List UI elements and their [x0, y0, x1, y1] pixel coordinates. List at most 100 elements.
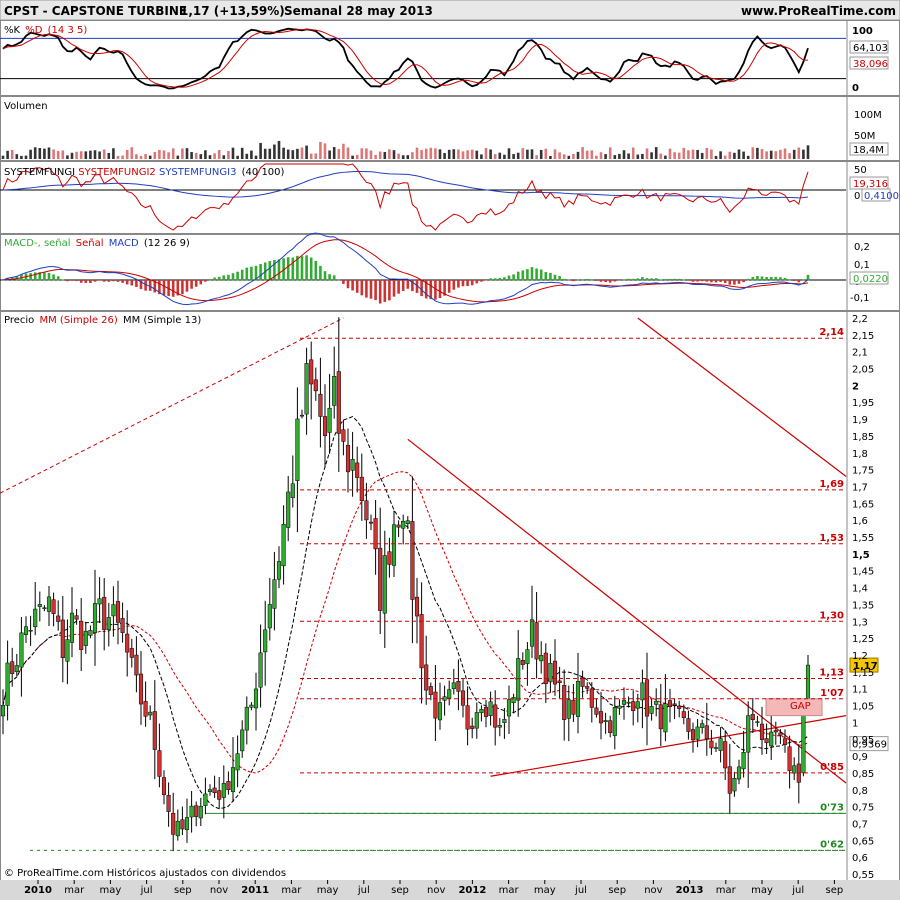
candle-body [672, 703, 677, 706]
volume-bar [544, 148, 548, 159]
macd-hist-bar [788, 279, 791, 281]
volume-bar [480, 154, 483, 159]
candle-body [382, 555, 387, 614]
volume-bar [567, 155, 571, 159]
volume-bar [383, 151, 387, 159]
macd-hist-bar [457, 280, 460, 288]
volume-bar [613, 155, 617, 159]
macd-hist-bar [645, 278, 649, 281]
macd-hist-bar [208, 279, 212, 281]
candle-body [644, 679, 650, 717]
volume-bar [43, 148, 46, 159]
candle-body [746, 715, 751, 753]
macd-hist-bar [305, 255, 308, 281]
volume-bar [217, 150, 221, 159]
candle-body [401, 520, 406, 529]
price-y-tick: 1,3 [852, 617, 868, 628]
candle-body [267, 604, 272, 629]
macd-hist-bar [75, 280, 78, 281]
candle-body [805, 664, 811, 700]
macd-hist-bar [309, 257, 313, 281]
price-y-tick: 2 [852, 381, 859, 392]
sysf-blue-value: 0,4100 [864, 191, 899, 202]
volume-bar [498, 152, 502, 159]
volume-bar [562, 154, 566, 159]
volume-bar [595, 155, 598, 159]
candle-body [102, 597, 107, 630]
candle-body [111, 604, 116, 617]
macd-hist-bar [314, 260, 318, 281]
volume-bar [631, 147, 635, 159]
stoch-title-k: %K [4, 25, 21, 36]
volume-bar [167, 152, 170, 159]
volume-bar [429, 147, 433, 159]
volume-bar [470, 149, 474, 159]
volume-bar [636, 154, 640, 159]
volume-bar [309, 153, 313, 159]
candle-body [608, 720, 613, 733]
macd-hist-bar [52, 274, 55, 281]
macd-hist-bar [397, 280, 400, 294]
candle-body [313, 379, 318, 392]
price-y-tick: 1,65 [852, 499, 874, 510]
price-y-tick: 1,85 [852, 432, 874, 443]
volume-bar [783, 148, 787, 159]
candle-body [667, 700, 673, 708]
candle-body [506, 699, 512, 717]
candle-body [718, 738, 723, 751]
macd-hist-bar [360, 280, 364, 296]
price-level-label: 1'07 [820, 688, 844, 699]
volume-bar [56, 151, 60, 159]
macd-hist-bar [29, 273, 32, 281]
volume-bar [305, 145, 308, 159]
candle-body [497, 725, 502, 728]
svg-text:MACD-, señal Señal MAC: MACD-, señal Señal MACD (12 26 9) [4, 238, 190, 249]
candle-body [221, 783, 226, 798]
candle-body [14, 665, 19, 672]
volume-bar [549, 155, 552, 159]
volume-bar [121, 155, 124, 159]
candle-body [773, 730, 778, 733]
candle-body [658, 704, 663, 730]
macd-hist-bar [503, 277, 506, 281]
x-tick-label: may [100, 885, 122, 896]
macd-hist-bar [737, 280, 741, 284]
x-tick-label: may [317, 885, 339, 896]
macd-hist-bar [553, 274, 557, 281]
candle-body [281, 524, 286, 567]
macd-hist-bar [802, 279, 805, 281]
volume-bar [282, 147, 285, 159]
volume-bar [723, 155, 727, 159]
volume-bar [558, 152, 561, 159]
volume-bar [526, 149, 529, 159]
macd-hist-bar [466, 280, 469, 287]
price-level-label: 1,13 [819, 668, 844, 679]
x-tick-label: sep [826, 885, 844, 896]
header-site[interactable]: www.ProRealTime.com [741, 4, 896, 18]
volume-bar [181, 148, 184, 159]
macd-hist-bar [93, 280, 97, 282]
macd-hist-bar [480, 280, 483, 282]
candle-body [125, 633, 130, 653]
candle-body [589, 688, 594, 708]
candle-body [483, 707, 489, 717]
macd-hist-bar [631, 278, 635, 281]
volume-bar [240, 147, 244, 159]
macd-hist-bar [135, 280, 138, 287]
x-tick-label: nov [427, 885, 445, 896]
volume-bar [553, 149, 557, 159]
candle-body [88, 630, 93, 636]
macd-hist-bar [70, 280, 74, 281]
candle-body [322, 416, 328, 436]
candle-body [235, 753, 240, 771]
macd-hist-bar [797, 280, 801, 283]
volume-bar [475, 150, 479, 159]
candle-body [405, 520, 410, 524]
candle-body [686, 718, 691, 732]
volume-bar [654, 147, 658, 159]
macd-hist-bar [190, 280, 193, 289]
candle-body [56, 615, 61, 622]
candle-body [19, 632, 24, 668]
candle-body [244, 706, 249, 731]
stoch-params: (14 3 5) [48, 25, 88, 36]
